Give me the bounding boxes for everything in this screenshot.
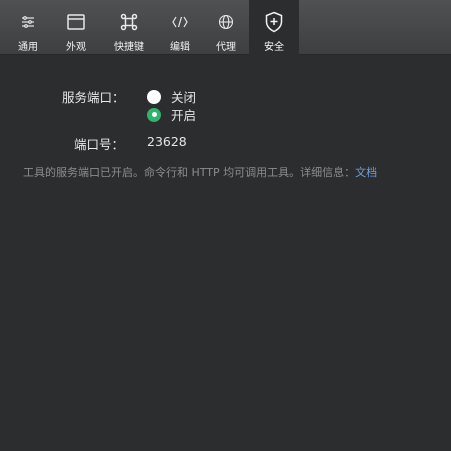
tab-general[interactable]: 通用 (8, 0, 48, 55)
tab-editor[interactable]: 编辑 (160, 0, 200, 55)
sliders-icon (16, 10, 40, 34)
radio-on-label: 开启 (171, 108, 197, 123)
service-port-row: 服务端口： (62, 87, 125, 106)
radio-off-label: 关闭 (171, 90, 197, 105)
port-number-value-row: 23628 (147, 134, 187, 149)
code-brackets-icon (168, 10, 192, 34)
globe-icon (214, 10, 238, 34)
tab-proxy-label: 代理 (216, 42, 236, 53)
window-icon (64, 10, 88, 34)
port-number-label: 端口号： (74, 137, 125, 152)
command-key-icon (117, 10, 141, 34)
radio-port-off[interactable]: 关闭 (147, 87, 196, 106)
docs-link[interactable]: 文档 (355, 166, 377, 179)
info-note-text: 工具的服务端口已开启。命令行和 HTTP 均可调用工具。详细信息： (23, 166, 356, 179)
tab-security-label: 安全 (264, 42, 284, 53)
tab-shortcuts[interactable]: 快捷键 (106, 0, 152, 55)
tab-appearance[interactable]: 外观 (56, 0, 96, 55)
radio-on-circle[interactable] (147, 107, 161, 122)
radio-port-on[interactable]: 开启 (147, 105, 196, 124)
tab-general-label: 通用 (18, 42, 38, 53)
shield-plus-icon (262, 10, 286, 34)
tab-editor-label: 编辑 (170, 42, 190, 53)
radio-off-circle[interactable] (147, 89, 161, 104)
port-number-row: 端口号： (74, 134, 124, 153)
info-note: 工具的服务端口已开启。命令行和 HTTP 均可调用工具。详细信息：文档 (23, 165, 408, 181)
tab-security[interactable]: 安全 (249, 0, 299, 55)
tab-proxy[interactable]: 代理 (206, 0, 246, 55)
settings-toolbar: 通用 外观 快捷键 编辑 代理 安全 (0, 0, 451, 55)
tab-appearance-label: 外观 (66, 42, 86, 53)
service-port-label: 服务端口： (62, 90, 125, 105)
tab-shortcuts-label: 快捷键 (114, 42, 144, 53)
port-number-value: 23628 (147, 134, 187, 149)
